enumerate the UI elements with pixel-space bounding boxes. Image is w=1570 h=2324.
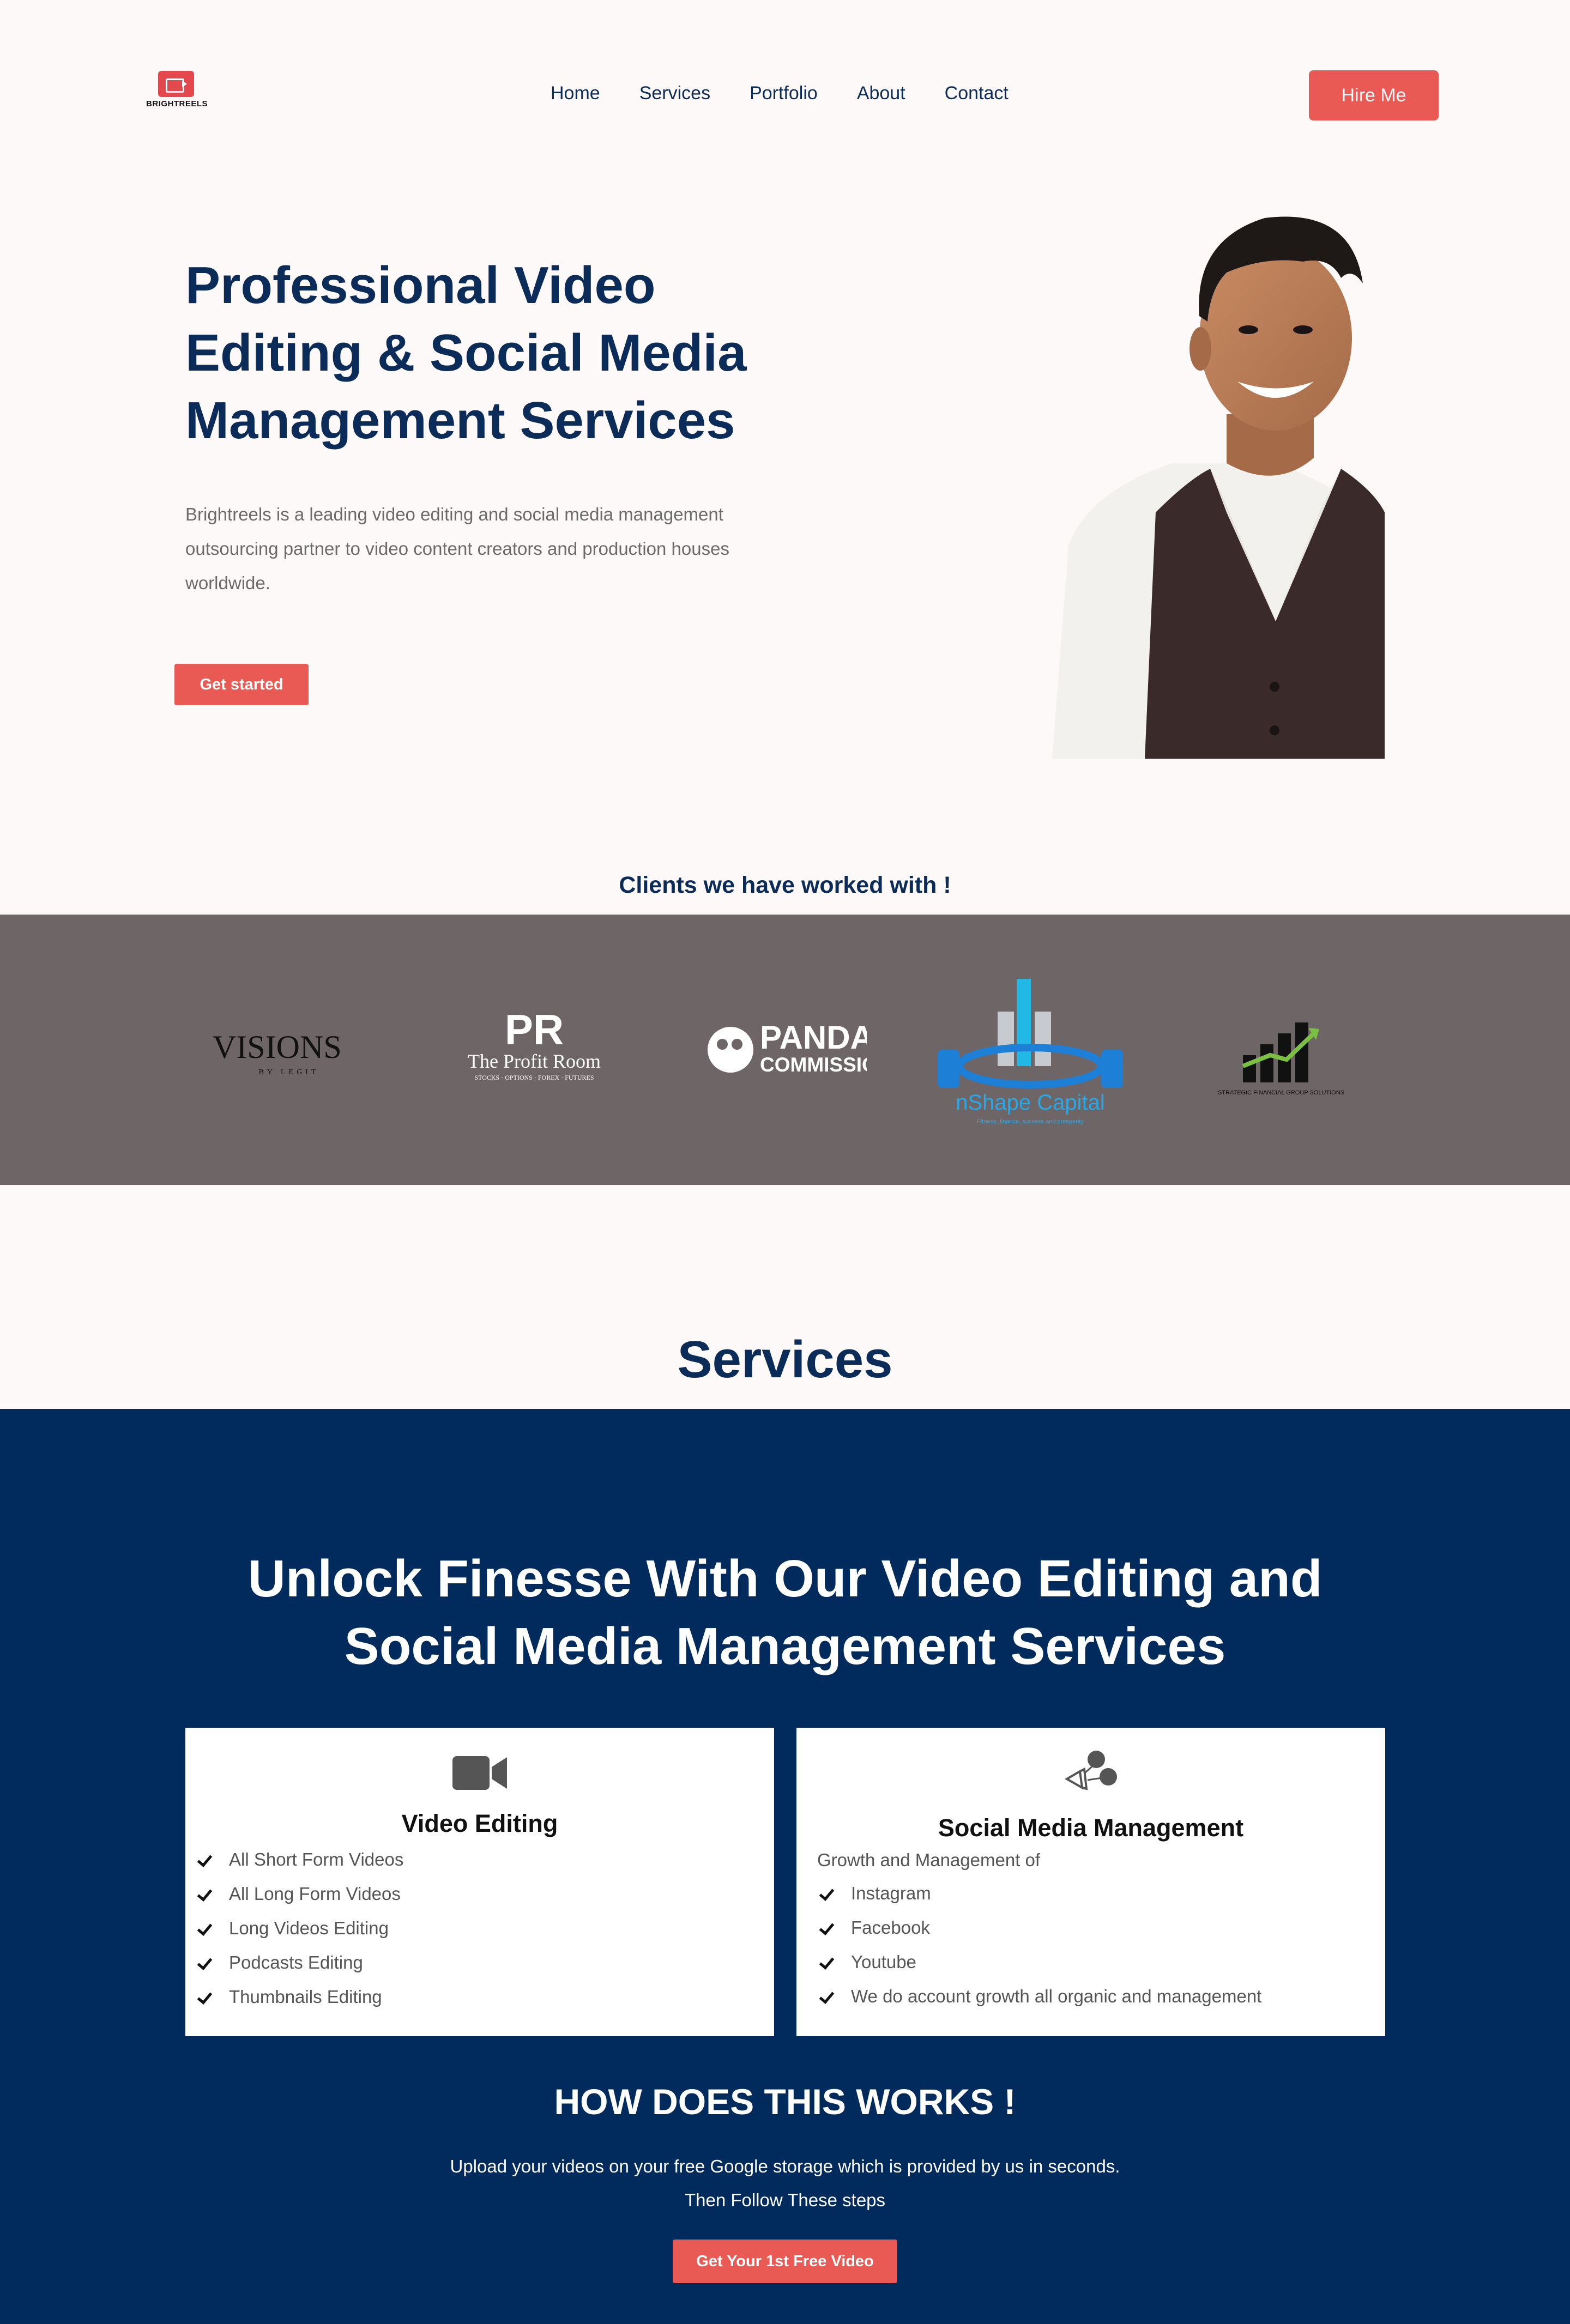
how-it-works-line-2: Then Follow These steps xyxy=(684,2190,886,2210)
client-logo-panda: PANDA COMMISSION xyxy=(698,915,872,1185)
main-nav: Home Services Portfolio About Contact xyxy=(551,83,1009,104)
free-video-button[interactable]: Get Your 1st Free Video xyxy=(673,2240,897,2283)
client-panda-name: PANDA xyxy=(760,1019,867,1056)
list-item: All Long Form Videos xyxy=(195,1877,403,1911)
megaphone-icon xyxy=(1065,1751,1117,1790)
brightreels-logo[interactable]: BRIGHTREELS xyxy=(146,71,208,114)
check-icon xyxy=(817,1920,842,1936)
social-media-title: Social Media Management xyxy=(938,1814,1244,1842)
video-camera-icon xyxy=(158,71,194,97)
client-visions-sub: BY LEGIT xyxy=(259,1068,319,1076)
client-panda-line2: COMMISSION xyxy=(760,1054,867,1076)
list-item: Youtube xyxy=(817,1945,1261,1979)
how-it-works-title: HOW DOES THIS WORKS ! xyxy=(554,2081,1016,2122)
check-icon xyxy=(817,1954,842,1970)
check-icon xyxy=(817,1885,842,1902)
client-logo-nshape: nShape Capital Fitness, finance, success… xyxy=(916,915,1145,1185)
client-logo-strategic: STRATEGIC FINANCIAL GROUP SOLUTIONS xyxy=(1199,915,1363,1185)
check-icon xyxy=(195,1954,220,1971)
client-pr-line2: The Profit Room xyxy=(468,1050,601,1072)
client-nshape-sub: Fitness, finance, success and prosperity xyxy=(977,1118,1084,1125)
client-pr-sub: STOCKS · OPTIONS · FOREX · FUTURES xyxy=(474,1074,594,1081)
services-heading: Services xyxy=(677,1330,893,1389)
check-icon xyxy=(195,1920,220,1936)
social-media-card: Social Media Management Growth and Manag… xyxy=(796,1728,1385,2036)
nav-portfolio[interactable]: Portfolio xyxy=(750,83,818,104)
nav-services[interactable]: Services xyxy=(639,83,710,104)
clients-title: Clients we have worked with ! xyxy=(619,872,951,898)
video-editing-card: Video Editing All Short Form Videos All … xyxy=(185,1728,774,2036)
nav-home[interactable]: Home xyxy=(551,83,600,104)
check-icon xyxy=(195,1851,220,1868)
how-it-works-line-1: Upload your videos on your free Google s… xyxy=(450,2156,1120,2176)
video-camera-icon xyxy=(452,1756,507,1790)
unlock-title: Unlock Finesse With Our Video Editing an… xyxy=(247,1550,1323,1675)
check-icon xyxy=(817,1988,842,2005)
check-icon xyxy=(195,1989,220,2005)
client-pr-name: PR xyxy=(505,1009,564,1054)
hero-title: Professional Video Editing & Social Medi… xyxy=(185,256,747,450)
clients-band: VISIONS BY LEGIT PR The Profit Room STOC… xyxy=(0,915,1570,1185)
list-item: Long Videos Editing xyxy=(195,1911,403,1945)
list-item: Podcasts Editing xyxy=(195,1945,403,1980)
nav-contact[interactable]: Contact xyxy=(945,83,1009,104)
social-media-list: Instagram Facebook Youtube We do account… xyxy=(817,1876,1261,2013)
client-nshape-name: nShape Capital xyxy=(956,1091,1105,1115)
video-editing-list: All Short Form Videos All Long Form Vide… xyxy=(195,1842,403,2014)
nav-about[interactable]: About xyxy=(857,83,905,104)
list-item: Thumbnails Editing xyxy=(195,1980,403,2014)
hero-description: Brightreels is a leading video editing a… xyxy=(185,504,729,593)
list-item: All Short Form Videos xyxy=(195,1842,403,1877)
client-visions-name: VISIONS xyxy=(213,1029,342,1065)
social-media-subtitle: Growth and Management of xyxy=(817,1850,1041,1870)
portrait-image xyxy=(1052,216,1385,759)
video-editing-title: Video Editing xyxy=(401,1809,558,1837)
client-logo-visions: VISIONS BY LEGIT xyxy=(202,915,376,1185)
list-item: We do account growth all organic and man… xyxy=(817,1979,1261,2013)
client-logo-profit-room: PR The Profit Room STOCKS · OPTIONS · FO… xyxy=(436,915,632,1185)
list-item: Instagram xyxy=(817,1876,1261,1910)
check-icon xyxy=(195,1886,220,1902)
logo-text: BRIGHTREELS xyxy=(146,99,208,108)
site-header: BRIGHTREELS Home Services Portfolio Abou… xyxy=(0,0,1570,191)
get-started-button[interactable]: Get started xyxy=(174,664,309,705)
hire-me-button[interactable]: Hire Me xyxy=(1309,70,1439,120)
client-strategic-name: STRATEGIC FINANCIAL GROUP SOLUTIONS xyxy=(1218,1090,1344,1096)
list-item: Facebook xyxy=(817,1910,1261,1945)
